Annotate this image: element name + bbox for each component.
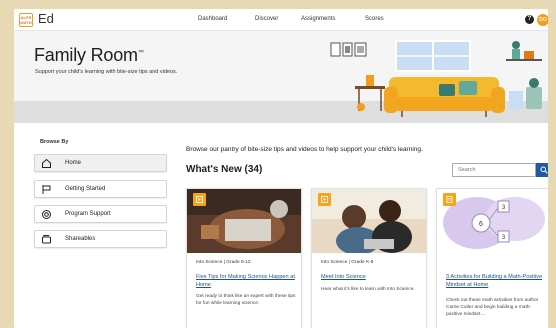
card-description: Check out these math activities from aut… bbox=[446, 298, 539, 317]
page-subtitle: Support your child's learning with bite-… bbox=[35, 69, 178, 75]
card-title-link[interactable]: 3 Activities for Building a Math-Positiv… bbox=[446, 273, 546, 289]
document-icon bbox=[446, 196, 453, 203]
sidebar-item-label: Getting Started bbox=[65, 186, 106, 192]
logo[interactable]: ALPS MATH bbox=[19, 13, 33, 27]
browse-by-heading: Browse By bbox=[40, 139, 69, 145]
svg-text:6: 6 bbox=[479, 221, 483, 228]
top-navigation: ALPS MATH Ed Dashboard Discover Assignme… bbox=[14, 9, 548, 31]
support-icon bbox=[42, 210, 51, 219]
section-title: What's New (34) bbox=[186, 164, 263, 175]
content-card[interactable]: Into Science | Grade 6-12 Five Tips for … bbox=[186, 188, 302, 328]
search-button[interactable] bbox=[536, 163, 548, 177]
share-icon bbox=[42, 235, 51, 244]
card-description: Get ready to think like an expert with t… bbox=[196, 294, 296, 306]
video-icon bbox=[196, 196, 203, 203]
content-card[interactable]: Into Science | Grade K-8 Meet Into Scien… bbox=[311, 188, 427, 328]
sidebar-item-label: Program Support bbox=[65, 211, 111, 217]
video-badge bbox=[318, 193, 331, 206]
app-window: ALPS MATH Ed Dashboard Discover Assignme… bbox=[14, 9, 548, 328]
avatar[interactable]: DO bbox=[537, 14, 548, 26]
video-icon bbox=[321, 196, 328, 203]
video-badge bbox=[193, 193, 206, 206]
search-icon bbox=[540, 166, 548, 174]
nav-scores[interactable]: Scores bbox=[365, 16, 384, 22]
sidebar-item-getting-started[interactable]: Getting Started bbox=[34, 180, 167, 198]
card-title-link[interactable]: Meet Into Science bbox=[321, 273, 421, 281]
document-badge bbox=[443, 193, 456, 206]
nav-dashboard[interactable]: Dashboard bbox=[198, 16, 227, 22]
sidebar-item-label: Shareables bbox=[65, 236, 96, 242]
page-title: Family Room™ bbox=[34, 45, 144, 65]
flag-icon bbox=[42, 185, 51, 194]
brand-name[interactable]: Ed bbox=[38, 11, 54, 26]
trademark: ™ bbox=[137, 50, 144, 56]
nav-assignments[interactable]: Assignments bbox=[301, 16, 335, 22]
nav-discover[interactable]: Discover bbox=[255, 16, 278, 22]
sidebar-item-program-support[interactable]: Program Support bbox=[34, 205, 167, 223]
sidebar-item-home[interactable]: Home bbox=[34, 154, 167, 172]
help-icon[interactable]: ? bbox=[525, 15, 534, 24]
family-room-illustration bbox=[330, 40, 542, 117]
home-icon bbox=[42, 158, 51, 168]
card-title-link[interactable]: Five Tips for Making Science Happen at H… bbox=[196, 273, 296, 289]
intro-text: Browse our pantry of bite-size tips and … bbox=[186, 146, 423, 153]
search-input[interactable] bbox=[452, 163, 536, 177]
card-meta: Into Science | Grade K-8 bbox=[321, 260, 374, 265]
sidebar-item-shareables[interactable]: Shareables bbox=[34, 230, 167, 248]
card-meta: Into Science | Grade 6-12 bbox=[196, 260, 251, 265]
card-description: Hear what it's like to learn with Into S… bbox=[321, 287, 415, 292]
sidebar-item-label: Home bbox=[65, 160, 82, 166]
content-card[interactable]: 6 3 3 3 Activities for Building a Math-P… bbox=[436, 188, 548, 328]
